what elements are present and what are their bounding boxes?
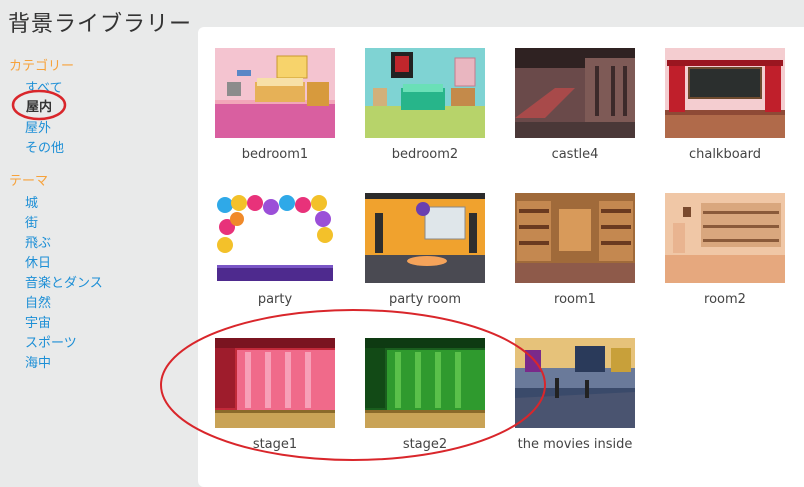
backdrop-label: castle4	[551, 147, 599, 162]
backdrop-tile[interactable]: bedroom2	[365, 48, 485, 162]
party-thumbnail	[215, 193, 335, 283]
backdrop-label: party	[257, 292, 293, 307]
backdrop-label: party room	[388, 292, 462, 307]
backdrop-tile[interactable]: room1	[515, 193, 635, 307]
the-movies-inside-thumbnail	[515, 338, 635, 428]
theme-sports[interactable]: スポーツ	[25, 332, 77, 351]
category-outdoors[interactable]: 屋外	[25, 117, 51, 136]
theme-music-dance[interactable]: 音楽とダンス	[25, 272, 103, 291]
backdrop-label: room2	[704, 292, 746, 307]
room2-thumbnail	[665, 193, 785, 283]
backdrop-tile[interactable]: room2	[665, 193, 785, 307]
category-all[interactable]: すべて	[25, 77, 63, 96]
theme-space[interactable]: 宇宙	[25, 312, 51, 331]
page-title: 背景ライブラリー	[8, 12, 193, 37]
backdrop-label: stage1	[252, 437, 298, 452]
backdrop-tile[interactable]: bedroom1	[215, 48, 335, 162]
theme-castle[interactable]: 城	[25, 192, 38, 211]
bedroom2-thumbnail	[365, 48, 485, 138]
backdrop-label: chalkboard	[688, 147, 762, 162]
theme-holiday[interactable]: 休日	[25, 252, 51, 271]
backdrop-tile[interactable]: the movies inside	[515, 338, 635, 452]
room1-thumbnail	[515, 193, 635, 283]
theme-flying[interactable]: 飛ぶ	[25, 232, 51, 251]
backdrop-tile[interactable]: party	[215, 193, 335, 307]
backdrop-tile[interactable]: party room	[365, 193, 485, 307]
category-indoors[interactable]: 屋内	[26, 96, 52, 115]
theme-city[interactable]: 街	[25, 212, 38, 231]
backdrop-tile[interactable]: chalkboard	[665, 48, 785, 162]
backdrop-label: room1	[554, 292, 596, 307]
chalkboard-thumbnail	[665, 48, 785, 138]
backdrop-tile[interactable]: stage1	[215, 338, 335, 452]
backdrop-label: the movies inside	[517, 437, 633, 452]
backdrop-label: bedroom1	[241, 147, 309, 162]
backdrop-tile[interactable]: castle4	[515, 48, 635, 162]
backdrop-label: bedroom2	[391, 147, 459, 162]
stage1-thumbnail	[215, 338, 335, 428]
bedroom1-thumbnail	[215, 48, 335, 138]
stage2-thumbnail	[365, 338, 485, 428]
theme-nature[interactable]: 自然	[25, 292, 51, 311]
party-room-thumbnail	[365, 193, 485, 283]
category-other[interactable]: その他	[25, 137, 64, 156]
backdrop-label: stage2	[402, 437, 448, 452]
castle4-thumbnail	[515, 48, 635, 138]
backdrop-tile[interactable]: stage2	[365, 338, 485, 452]
theme-underwater[interactable]: 海中	[25, 352, 51, 371]
backdrop-grid: bedroom1 bedroom2 castle4 chalkboard par…	[198, 27, 804, 487]
theme-heading: テーマ	[9, 174, 49, 189]
category-heading: カテゴリー	[9, 59, 75, 74]
